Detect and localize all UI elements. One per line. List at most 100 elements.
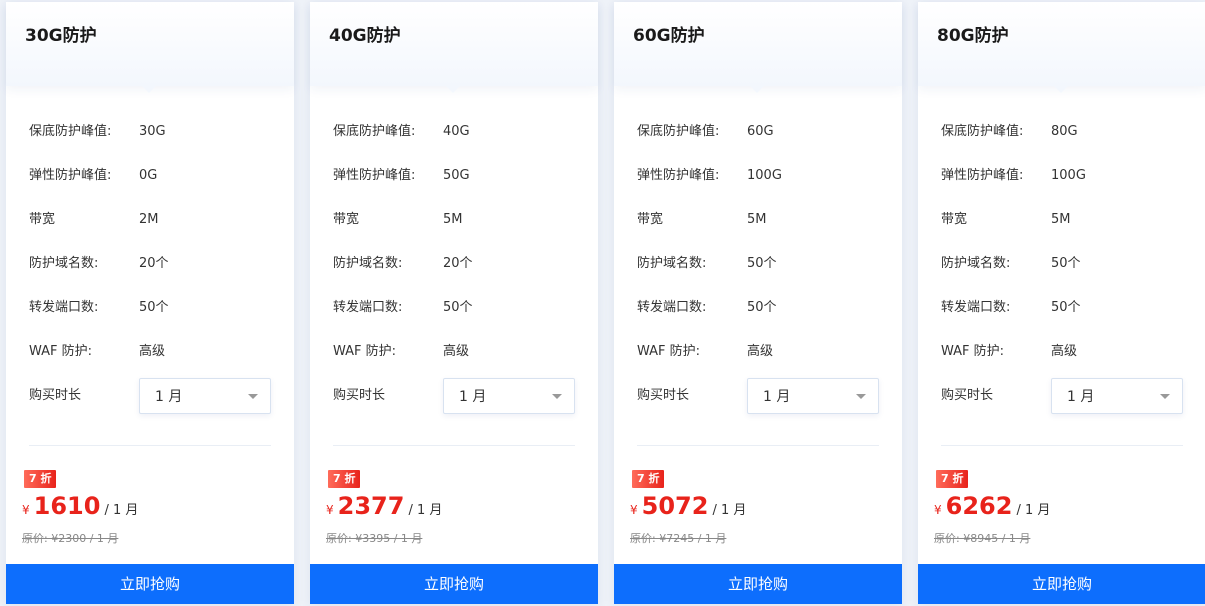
duration-value: 1 月 <box>459 389 487 405</box>
plan-title: 40G防护 <box>329 26 401 46</box>
spec-row-domains: 防护域名数: 50个 <box>637 246 885 290</box>
spec-label: 保底防护峰值: <box>637 124 720 139</box>
discount-badge: 7 折 <box>328 470 361 488</box>
plan-card-40g: 40G防护 保底防护峰值: 40G 弹性防护峰值: 50G 带宽 5M 防护域名… <box>310 2 598 604</box>
buy-now-button[interactable]: 立即抢购 <box>614 564 902 604</box>
chevron-down-icon <box>1160 393 1170 399</box>
currency-symbol: ¥ <box>326 503 334 517</box>
spec-row-domains: 防护域名数: 20个 <box>29 246 277 290</box>
spec-value: 高级 <box>747 344 774 359</box>
divider <box>333 445 575 446</box>
duration-value: 1 月 <box>155 389 183 405</box>
spec-list: 保底防护峰值: 60G 弹性防护峰值: 100G 带宽 5M 防护域名数: 50… <box>637 114 885 422</box>
spec-value: 50个 <box>1051 256 1081 271</box>
spec-value: 高级 <box>1051 344 1078 359</box>
price-unit: / 1 月 <box>408 503 443 518</box>
spec-label: 购买时长 <box>29 388 82 403</box>
spec-value: 60G <box>747 124 774 139</box>
spec-row-duration: 购买时长 1 月 <box>333 378 581 422</box>
spec-list: 保底防护峰值: 80G 弹性防护峰值: 100G 带宽 5M 防护域名数: 50… <box>941 114 1189 422</box>
spec-row-waf: WAF 防护: 高级 <box>941 334 1189 378</box>
spec-value: 高级 <box>139 344 166 359</box>
spec-value: 50G <box>443 168 470 183</box>
price: 5072 <box>641 492 709 520</box>
duration-select[interactable]: 1 月 <box>1051 378 1183 414</box>
spec-value: 50个 <box>747 256 777 271</box>
price-unit: / 1 月 <box>104 503 139 518</box>
spec-row-elastic-protection: 弹性防护峰值: 100G <box>941 158 1189 202</box>
spec-row-base-protection: 保底防护峰值: 40G <box>333 114 581 158</box>
spec-label: 防护域名数: <box>29 256 99 271</box>
spec-label: 弹性防护峰值: <box>941 168 1024 183</box>
plan-card-30g: 30G防护 保底防护峰值: 30G 弹性防护峰值: 0G 带宽 2M 防护域名数… <box>6 2 294 604</box>
spec-row-bandwidth: 带宽 5M <box>941 202 1189 246</box>
spec-value: 5M <box>1051 212 1071 227</box>
spec-value: 20个 <box>443 256 473 271</box>
spec-row-elastic-protection: 弹性防护峰值: 100G <box>637 158 885 202</box>
spec-row-elastic-protection: 弹性防护峰值: 0G <box>29 158 277 202</box>
buy-now-button[interactable]: 立即抢购 <box>6 564 294 604</box>
spec-row-ports: 转发端口数: 50个 <box>29 290 277 334</box>
price: 2377 <box>337 492 405 520</box>
spec-row-bandwidth: 带宽 5M <box>637 202 885 246</box>
original-price: 原价: ¥3395 / 1 月 <box>326 532 423 545</box>
spec-row-waf: WAF 防护: 高级 <box>637 334 885 378</box>
price: 6262 <box>945 492 1013 520</box>
spec-row-base-protection: 保底防护峰值: 30G <box>29 114 277 158</box>
spec-label: 保底防护峰值: <box>333 124 416 139</box>
spec-label: 弹性防护峰值: <box>29 168 112 183</box>
card-header: 40G防护 <box>310 2 598 93</box>
original-price: 原价: ¥2300 / 1 月 <box>22 532 119 545</box>
spec-value: 50个 <box>747 300 777 315</box>
duration-value: 1 月 <box>1067 389 1095 405</box>
spec-label: 保底防护峰值: <box>29 124 112 139</box>
spec-row-domains: 防护域名数: 20个 <box>333 246 581 290</box>
spec-label: 转发端口数: <box>29 300 99 315</box>
spec-label: 带宽 <box>29 212 56 227</box>
spec-label: WAF 防护: <box>941 344 1005 359</box>
price: 1610 <box>33 492 101 520</box>
spec-row-bandwidth: 带宽 5M <box>333 202 581 246</box>
spec-list: 保底防护峰值: 40G 弹性防护峰值: 50G 带宽 5M 防护域名数: 20个… <box>333 114 581 422</box>
spec-value: 2M <box>139 212 159 227</box>
spec-row-ports: 转发端口数: 50个 <box>637 290 885 334</box>
spec-value: 5M <box>747 212 767 227</box>
spec-value: 50个 <box>139 300 169 315</box>
duration-value: 1 月 <box>763 389 791 405</box>
spec-value: 0G <box>139 168 158 183</box>
spec-list: 保底防护峰值: 30G 弹性防护峰值: 0G 带宽 2M 防护域名数: 20个 … <box>29 114 277 422</box>
plan-title: 30G防护 <box>25 26 97 46</box>
spec-row-waf: WAF 防护: 高级 <box>333 334 581 378</box>
chevron-down-icon <box>856 393 866 399</box>
price-line: ¥ 5072 / 1 月 <box>630 492 746 520</box>
price-unit: / 1 月 <box>1016 503 1051 518</box>
duration-select[interactable]: 1 月 <box>747 378 879 414</box>
card-header: 80G防护 <box>918 2 1205 93</box>
original-price: 原价: ¥8945 / 1 月 <box>934 532 1031 545</box>
plan-card-80g: 80G防护 保底防护峰值: 80G 弹性防护峰值: 100G 带宽 5M 防护域… <box>918 2 1205 604</box>
duration-select[interactable]: 1 月 <box>443 378 575 414</box>
spec-label: 保底防护峰值: <box>941 124 1024 139</box>
divider <box>941 445 1183 446</box>
spec-label: 购买时长 <box>941 388 994 403</box>
spec-row-duration: 购买时长 1 月 <box>29 378 277 422</box>
spec-value: 高级 <box>443 344 470 359</box>
card-header: 60G防护 <box>614 2 902 93</box>
spec-row-ports: 转发端口数: 50个 <box>333 290 581 334</box>
spec-label: 带宽 <box>333 212 360 227</box>
currency-symbol: ¥ <box>22 503 30 517</box>
spec-value: 100G <box>1051 168 1086 183</box>
duration-select[interactable]: 1 月 <box>139 378 271 414</box>
spec-label: 转发端口数: <box>333 300 403 315</box>
plan-title: 60G防护 <box>633 26 705 46</box>
discount-badge: 7 折 <box>632 470 665 488</box>
spec-label: 购买时长 <box>333 388 386 403</box>
price-line: ¥ 6262 / 1 月 <box>934 492 1050 520</box>
spec-label: WAF 防护: <box>637 344 701 359</box>
currency-symbol: ¥ <box>934 503 942 517</box>
spec-label: 转发端口数: <box>941 300 1011 315</box>
plan-card-60g: 60G防护 保底防护峰值: 60G 弹性防护峰值: 100G 带宽 5M 防护域… <box>614 2 902 604</box>
buy-now-button[interactable]: 立即抢购 <box>310 564 598 604</box>
spec-label: 弹性防护峰值: <box>333 168 416 183</box>
buy-now-button[interactable]: 立即抢购 <box>918 564 1205 604</box>
